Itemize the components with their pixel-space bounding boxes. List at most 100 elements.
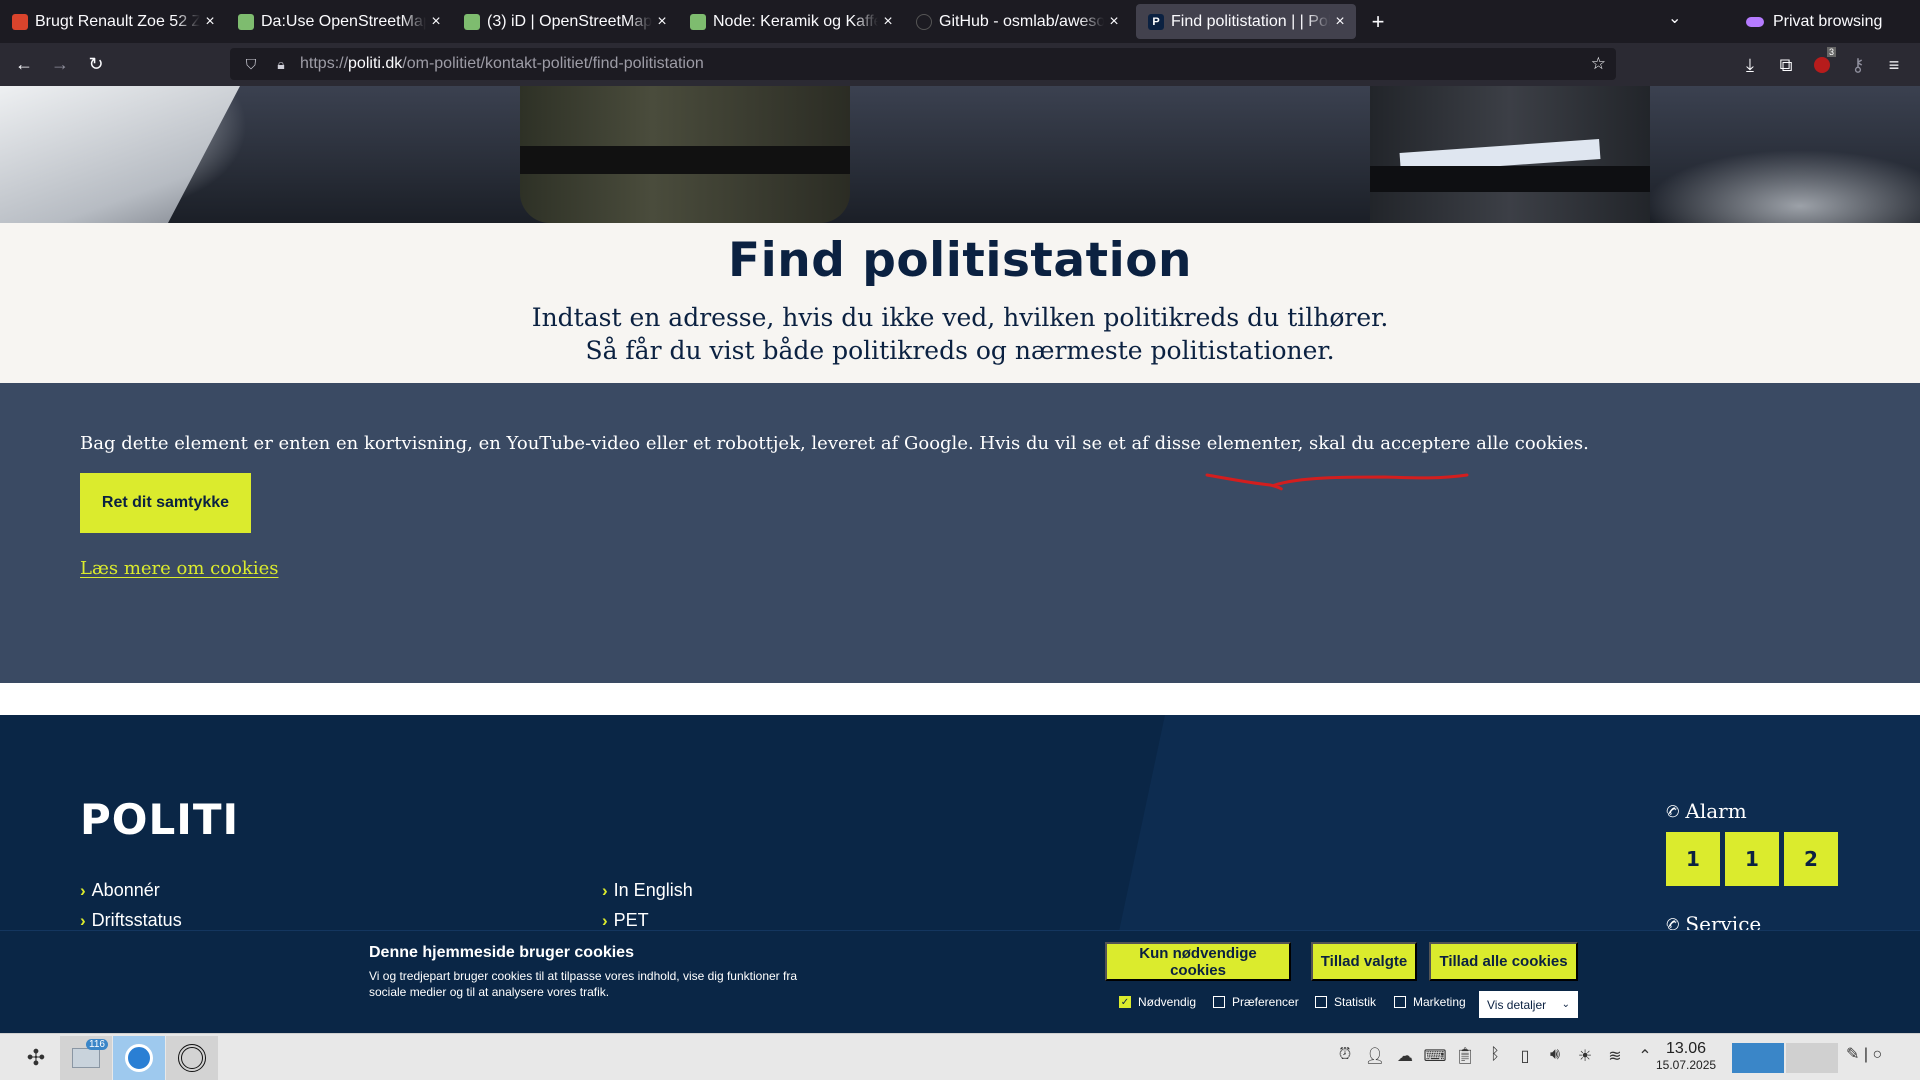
checkbox-label: Marketing <box>1413 995 1466 1009</box>
checkbox-icon[interactable] <box>1213 996 1225 1008</box>
download-icon[interactable]: ⤓ <box>1732 47 1768 83</box>
alarm-heading: ✆ Alarm <box>1663 799 1747 823</box>
close-icon[interactable]: × <box>1332 13 1348 31</box>
footer-link-in-english[interactable]: › In English <box>602 880 693 901</box>
private-browsing-indicator: Privat browsing <box>1746 0 1882 43</box>
target-icon <box>178 1044 206 1072</box>
footer-link-abonner[interactable]: › Abonnér <box>80 880 160 901</box>
tab-title: Da:Use OpenStreetMap <box>261 12 426 30</box>
pen-icon[interactable]: ✎ | ○ <box>1846 1044 1882 1064</box>
politi-favicon-icon: P <box>1148 13 1164 30</box>
forward-arrow-icon[interactable]: → <box>42 47 78 83</box>
checkbox-statistics[interactable]: Statistik <box>1315 995 1376 1009</box>
show-details-dropdown[interactable]: Vis detaljer ⌄ <box>1479 991 1578 1018</box>
mail-icon <box>72 1048 100 1068</box>
checkbox-icon[interactable] <box>1394 996 1406 1008</box>
checkbox-label: Statistik <box>1334 995 1377 1009</box>
virtual-desktop-2[interactable] <box>1786 1043 1838 1073</box>
tab-title: Brugt Renault Zoe 52 Z <box>35 12 200 30</box>
close-icon[interactable]: × <box>654 13 670 31</box>
terminal-icon[interactable]: ⌨︎ <box>1420 1046 1450 1066</box>
extensions-icon[interactable]: ⧉ <box>1768 47 1804 83</box>
clipboard-icon[interactable]: 📋︎ <box>1450 1046 1480 1066</box>
show-details-label: Vis detaljer <box>1487 997 1547 1012</box>
virtual-desktop-1[interactable] <box>1732 1043 1784 1073</box>
cloud-icon[interactable]: ☁︎ <box>1390 1046 1420 1066</box>
chevron-down-icon: ⌄ <box>1561 999 1570 1010</box>
wifi-icon[interactable]: ≋ <box>1600 1046 1630 1066</box>
tor-app-button[interactable] <box>166 1036 218 1080</box>
new-tab-button[interactable]: + <box>1360 4 1396 40</box>
ublock-icon[interactable]: 3 <box>1804 47 1840 83</box>
footer-link-pet[interactable]: › PET <box>602 910 649 931</box>
checkbox-checked-icon[interactable]: ✓ <box>1119 996 1131 1008</box>
browser-app-button[interactable] <box>113 1036 165 1080</box>
tab-osm-node[interactable]: Node: Keramik og Kaffe × <box>678 4 904 39</box>
url-path: /om-politiet/kontakt-politiet/find-polit… <box>402 55 704 72</box>
politi-logo[interactable]: POLITI <box>80 795 239 844</box>
menu-icon[interactable]: ≡ <box>1876 47 1912 83</box>
key-icon[interactable]: ⚷ <box>1840 47 1876 83</box>
tab-title: Find politistation | | Poli <box>1171 12 1330 30</box>
tab-osm-wiki[interactable]: Da:Use OpenStreetMap × <box>226 4 452 39</box>
checkbox-necessary[interactable]: ✓ Nødvendig <box>1119 995 1196 1009</box>
url-bar[interactable]: ⛉ 🔒︎ https://politi.dk/om-politiet/konta… <box>230 48 1616 80</box>
change-consent-button[interactable]: Ret dit samtykke <box>80 473 251 533</box>
footer-link-label: PET <box>613 910 649 930</box>
bookmark-star-icon[interactable]: ☆ <box>1591 54 1606 74</box>
shield-icon[interactable]: ⛉ <box>240 56 262 73</box>
chevron-right-icon: › <box>80 880 86 900</box>
alarm-clock-icon[interactable]: ⏰︎ <box>1330 1046 1360 1066</box>
lock-icon[interactable]: 🔒︎ <box>270 56 292 73</box>
allow-all-cookies-button[interactable]: Tillad alle cookies <box>1429 942 1578 981</box>
checkbox-marketing[interactable]: Marketing <box>1394 995 1466 1009</box>
volume-icon[interactable]: 🔊︎ <box>1540 1046 1570 1066</box>
list-all-tabs-icon[interactable]: ⌄ <box>1668 8 1681 28</box>
cookie-bar-title: Denne hjemmeside bruger cookies <box>369 944 634 961</box>
checkbox-preferences[interactable]: Præferencer <box>1213 995 1299 1009</box>
hero-belt-2 <box>1370 166 1650 192</box>
tab-title: GitHub - osmlab/aweso <box>939 12 1104 30</box>
chevron-right-icon: › <box>602 910 608 930</box>
close-icon[interactable]: × <box>428 13 444 31</box>
bluetooth-icon[interactable]: ᛒ <box>1480 1046 1510 1066</box>
private-mask-icon <box>1746 16 1764 27</box>
os-taskbar: ✣ 116 ⏰︎ 👤︎ ☁︎ ⌨︎ 📋︎ ᛒ ▯ 🔊︎ ☀︎ ≋ ⌃ 13.06… <box>0 1033 1920 1080</box>
read-more-cookies-link[interactable]: Læs mere om cookies <box>80 558 278 579</box>
url-scheme: https:// <box>300 55 349 72</box>
mail-unread-badge: 116 <box>86 1039 108 1050</box>
allow-selected-button[interactable]: Tillad valgte <box>1311 942 1417 981</box>
reload-icon[interactable]: ↻ <box>78 47 114 83</box>
alarm-digit[interactable]: 1 <box>1725 832 1779 886</box>
consent-message: Bag dette element er enten en kortvisnin… <box>80 433 1589 454</box>
toolbar-buttons: ⤓ ⧉ 3 ⚷ ≡ <box>1732 47 1912 83</box>
system-tray: ⏰︎ 👤︎ ☁︎ ⌨︎ 📋︎ ᛒ ▯ 🔊︎ ☀︎ ≋ ⌃ <box>1330 1046 1660 1066</box>
tab-github[interactable]: GitHub - osmlab/aweso × <box>904 4 1130 39</box>
close-icon[interactable]: × <box>1106 13 1122 31</box>
tab-renault[interactable]: Brugt Renault Zoe 52 Z × <box>0 4 226 39</box>
hero-image <box>0 86 1920 223</box>
phone-device-icon[interactable]: ▯ <box>1510 1046 1540 1066</box>
chevron-right-icon: › <box>602 880 608 900</box>
brightness-icon[interactable]: ☀︎ <box>1570 1046 1600 1066</box>
user-icon[interactable]: 👤︎ <box>1360 1046 1390 1066</box>
navigation-toolbar: ← → ↻ ⛉ 🔒︎ https://politi.dk/om-politiet… <box>0 43 1920 86</box>
mail-app-button[interactable]: 116 <box>60 1036 112 1080</box>
footer-link-driftsstatus[interactable]: › Driftsstatus <box>80 910 182 931</box>
alarm-digit[interactable]: 1 <box>1666 832 1720 886</box>
clock[interactable]: 13.06 15.07.2025 <box>1656 1040 1716 1072</box>
alarm-digit[interactable]: 2 <box>1784 832 1838 886</box>
github-favicon-icon <box>916 13 932 30</box>
renault-favicon-icon <box>12 13 28 30</box>
footer-link-label: Abonnér <box>91 880 160 900</box>
only-necessary-cookies-button[interactable]: Kun nødvendige cookies <box>1105 942 1291 981</box>
checkbox-icon[interactable] <box>1315 996 1327 1008</box>
app-launcher-icon[interactable]: ✣ <box>10 1036 62 1080</box>
osm-favicon-icon <box>690 13 706 30</box>
close-icon[interactable]: × <box>880 13 896 31</box>
tab-find-politistation[interactable]: P Find politistation | | Poli × <box>1136 4 1356 39</box>
hero-car-shape <box>0 86 240 223</box>
tab-osm-id[interactable]: (3) iD | OpenStreetMap × <box>452 4 678 39</box>
close-icon[interactable]: × <box>202 13 218 31</box>
back-arrow-icon[interactable]: ← <box>6 47 42 83</box>
